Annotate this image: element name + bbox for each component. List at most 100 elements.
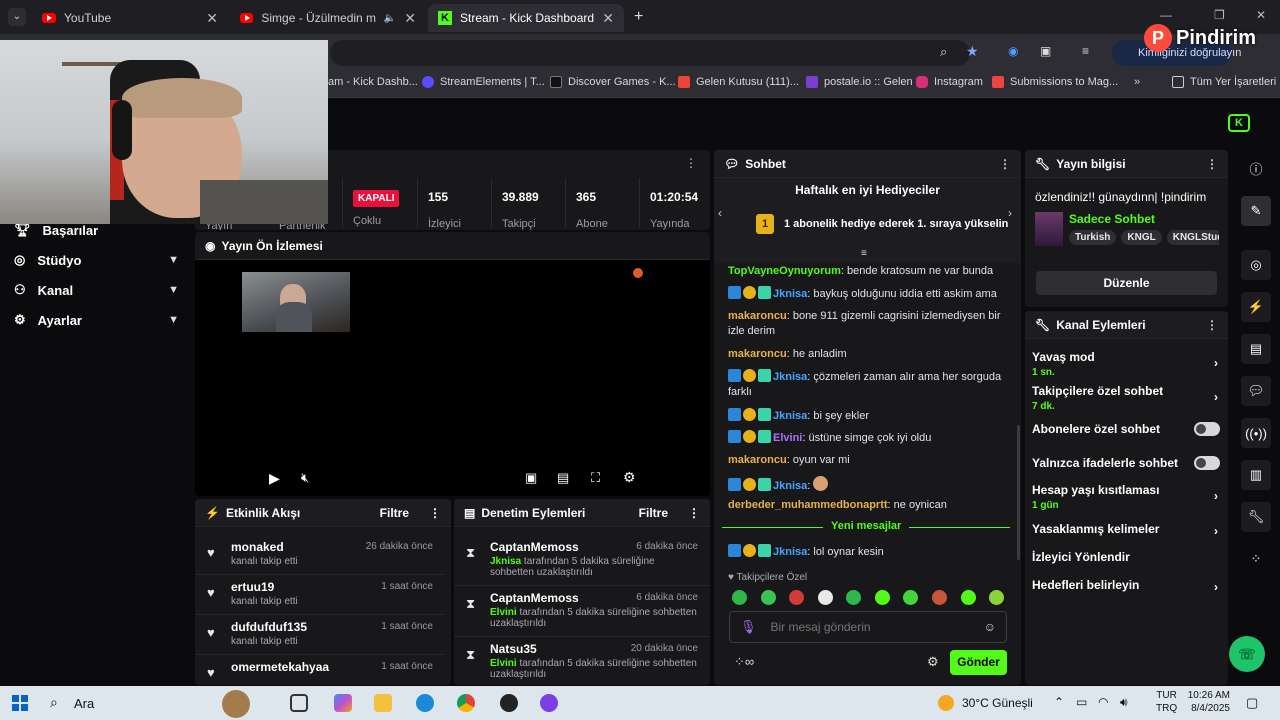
puzzle-icon[interactable]: ▣ [1040,44,1051,58]
language-indicator[interactable]: TUR TRQ [1156,689,1177,715]
theater-icon[interactable]: ▤ [557,470,569,486]
speaker-icon[interactable]: 🔈 [384,13,396,24]
tab-search-button[interactable]: ⌄ [8,8,26,26]
chevron-left-icon[interactable]: ‹ [718,206,722,220]
chat-username[interactable]: Jknisa [773,371,807,383]
copilot-icon[interactable] [334,694,352,712]
emote-icon[interactable] [961,590,976,605]
chat-input-field[interactable] [770,620,970,634]
chat-username[interactable]: Jknisa [773,288,807,300]
star-icon[interactable]: ★ [966,43,979,60]
support-chat-icon[interactable]: ☏ [1229,636,1265,672]
tag[interactable]: KNGL [1121,230,1162,245]
emote-icon[interactable] [789,590,804,605]
sidebar-item-settings[interactable]: ⚙ Ayarlar ▼ [14,312,179,328]
layout-icon[interactable]: ▥ [1241,460,1271,490]
mic-icon[interactable]: 🎙︎ [740,619,757,635]
points-icon[interactable]: ⁘∞ [734,654,754,670]
chat-username[interactable]: Jknisa [773,546,807,558]
emote-icon[interactable] [818,590,833,605]
bookmark-streamelements[interactable]: StreamElements | T... [422,76,545,88]
bookmark-gmail[interactable]: Gelen Kutusu (111)... [678,76,799,88]
close-icon[interactable]: ✕ [602,10,614,27]
account-age-row[interactable]: Hesap yaşı kısıtlaması 1 gün › [1032,483,1220,511]
search-icon[interactable]: ⌕ [50,694,58,711]
bookmark-kick-dashboard[interactable]: am - Kick Dashb... [328,76,418,88]
emotes-only-toggle[interactable] [1194,456,1220,470]
media-icon[interactable]: ≡ [1082,44,1089,58]
wrench-icon[interactable]: 🔧︎ [1241,502,1271,532]
emote-icon[interactable] [903,590,918,605]
status-badge[interactable]: KAPALI [353,190,400,207]
taskbar-search-input[interactable]: Ara [74,696,94,711]
more-options-icon[interactable]: ⋮ [1206,157,1218,171]
more-options-icon[interactable]: ⋮ [429,506,441,520]
chat-username[interactable]: Elvini [773,432,802,444]
info-icon[interactable]: ⓘ [1241,153,1271,183]
clock[interactable]: 10:26 AM 8/4/2025 [1184,689,1230,715]
chevron-right-icon[interactable]: › [1008,206,1012,220]
bookmark-instagram[interactable]: Instagram [916,76,983,88]
chat-username[interactable]: makaroncu [728,348,787,360]
followers-only-row[interactable]: Takipçilere özel sohbet 7 dk. › [1032,384,1220,412]
broadcast-icon[interactable]: ((•)) [1241,418,1271,448]
emote-icon[interactable] [932,590,947,605]
chevron-up-icon[interactable]: ⌃ [1054,695,1064,709]
pip-icon[interactable]: ▣ [525,470,537,486]
network-icon[interactable]: ▭ [1076,695,1087,709]
moderation-filter-button[interactable]: Filtre [639,506,668,520]
more-options-icon[interactable]: ⋮ [999,157,1011,171]
moderator-name[interactable]: Elvini [490,607,517,618]
file-explorer-icon[interactable] [374,694,392,712]
moderator-name[interactable]: Elvini [490,658,517,669]
weather-widget[interactable]: 30°C Güneşli [962,696,1033,710]
chat-settings-icon[interactable]: ⚙ [927,654,939,670]
chat-scrollbar[interactable] [1017,425,1020,560]
tag[interactable]: KNGLStudio [1166,230,1219,245]
play-icon[interactable]: ▶ [269,470,280,487]
banned-words-row[interactable]: Yasaklanmış kelimeler › [1032,522,1220,538]
more-options-icon[interactable]: ⋮ [688,506,700,520]
sidebar-item-channel[interactable]: ⚇ Kanal ▼ [14,282,179,298]
close-window-icon[interactable]: ✕ [1256,8,1266,22]
fullscreen-icon[interactable]: ⛶ [591,470,600,486]
subscribers-only-toggle[interactable] [1194,422,1220,436]
log-icon[interactable]: ▤ [1241,334,1271,364]
dots-icon[interactable]: ⁘ [1241,544,1271,574]
collapse-icon[interactable]: ≡ [861,248,867,259]
minimize-icon[interactable]: — [1160,8,1172,22]
chat-username[interactable]: derbeder_muhammedbonaprtt [728,499,888,511]
category-link[interactable]: Sadece Sohbet [1069,212,1155,226]
moderator-name[interactable]: Jknisa [490,556,521,567]
chat-username[interactable]: makaroncu [728,454,787,466]
tab-youtube[interactable]: YouTube ✕ [32,4,228,32]
bookmark-discover-games[interactable]: Discover Games - K... [550,76,676,88]
kick-logo-icon[interactable]: K [1228,114,1250,132]
emote-icon[interactable] [846,590,861,605]
emoji-icon[interactable]: ☺ [984,620,996,634]
owl-widget-icon[interactable] [222,690,250,718]
task-view-icon[interactable] [290,694,308,712]
tab-kick-dashboard[interactable]: K Stream - Kick Dashboard ✕ [428,4,624,32]
chat-input[interactable]: 🎙︎ ☺ [729,611,1007,643]
emote-icon[interactable] [732,590,747,605]
sidebar-item-studio[interactable]: ◎ Stüdyo ▼ [14,252,179,268]
chrome-icon[interactable] [457,694,475,712]
host-row[interactable]: İzleyici Yönlendir [1032,550,1220,564]
zoom-icon[interactable]: ⌕ [940,44,947,60]
tab-simge[interactable]: Simge - Üzülmedin mi? - Yo 🔈 ✕ [230,4,426,32]
chat-username[interactable]: Jknisa [773,410,807,422]
more-bookmarks-icon[interactable]: » [1134,76,1140,88]
maximize-icon[interactable]: ❐ [1214,8,1225,22]
close-icon[interactable]: ✕ [206,10,218,27]
windows-start-icon[interactable] [12,695,28,711]
goals-row[interactable]: Hedefleri belirleyin › [1032,578,1220,594]
activity-filter-button[interactable]: Filtre [380,506,409,520]
studio-icon[interactable]: ◎ [1241,250,1271,280]
send-button[interactable]: Gönder [950,650,1007,675]
close-icon[interactable]: ✕ [404,10,416,27]
more-options-icon[interactable]: ⋮ [685,156,697,170]
pencil-icon[interactable]: ✎ [1241,196,1271,226]
slow-mode-row[interactable]: Yavaş mod 1 sn. › [1032,350,1220,378]
app-icon[interactable] [540,694,558,712]
